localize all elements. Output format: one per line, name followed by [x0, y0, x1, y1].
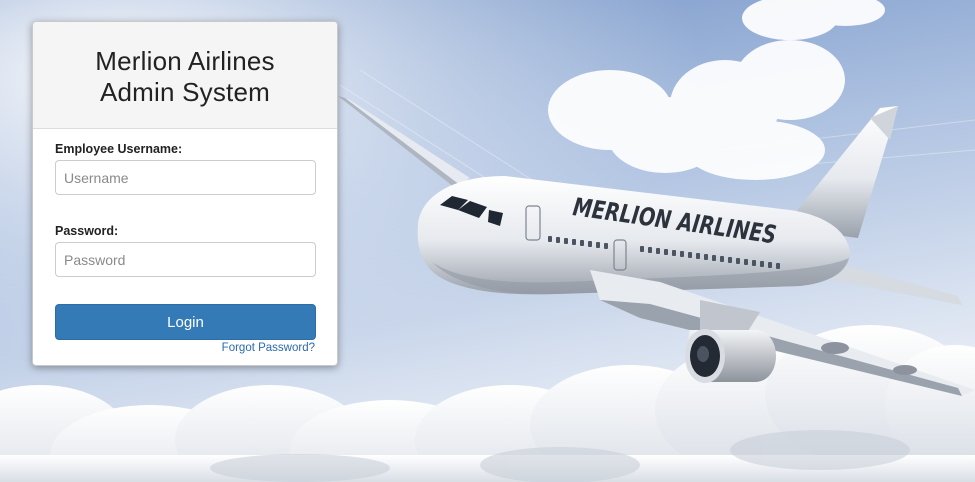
password-label: Password: — [55, 224, 119, 238]
password-input[interactable] — [55, 242, 316, 277]
forgot-password-link[interactable]: Forgot Password? — [222, 342, 315, 354]
page-title: Merlion Airlines Admin System — [95, 42, 275, 108]
login-panel: Merlion Airlines Admin System Employee U… — [32, 21, 338, 366]
username-input[interactable] — [55, 160, 316, 195]
login-panel-header: Merlion Airlines Admin System — [33, 22, 337, 129]
username-label: Employee Username: — [55, 142, 183, 156]
login-button[interactable]: Login — [55, 304, 316, 340]
login-page: MERLION AIRLINES Merlion Airlines Admin … — [0, 0, 975, 482]
title-line-1: Merlion Airlines — [95, 46, 275, 76]
title-line-2: Admin System — [99, 77, 270, 107]
